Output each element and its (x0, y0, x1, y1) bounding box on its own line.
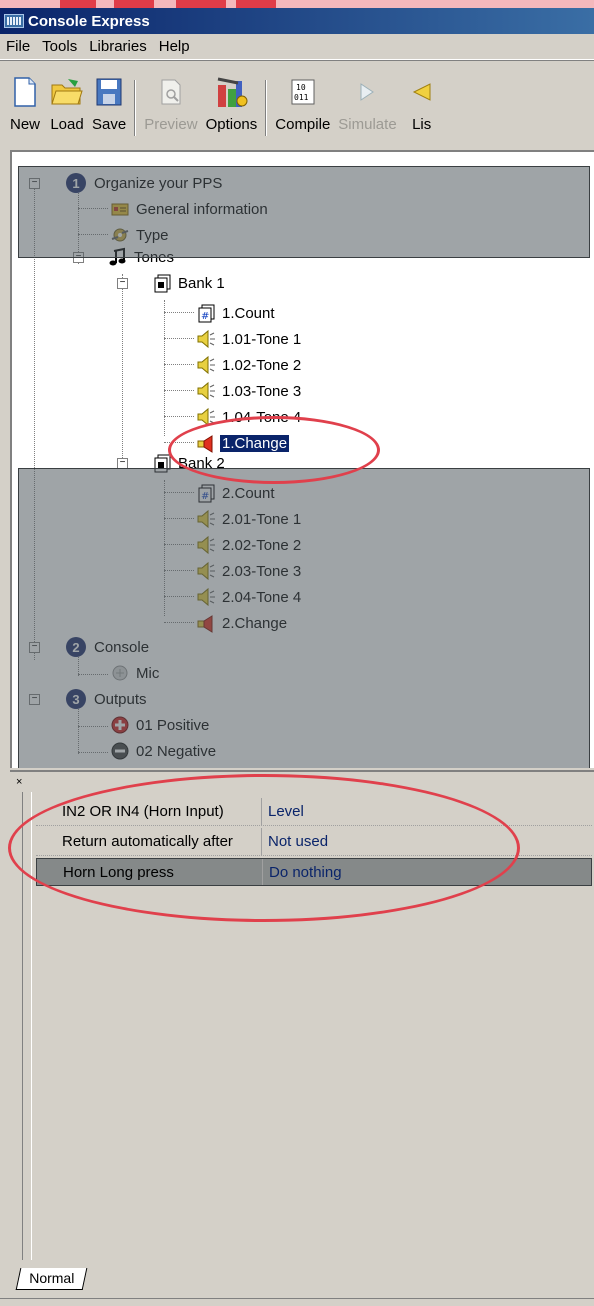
tree-node-tone[interactable]: 1.04-Tone 4 (196, 404, 303, 430)
tree-expander[interactable]: − (117, 278, 128, 289)
tree-node-positive-output[interactable]: 01 Positive (110, 712, 211, 738)
tree-node-console[interactable]: 2 Console (66, 634, 151, 660)
floppy-disk-icon (92, 74, 126, 110)
bank-stack-icon (154, 454, 171, 473)
project-tree[interactable]: − 1 Organize your PPS General informatio… (10, 150, 594, 768)
info-card-icon (111, 203, 129, 216)
microphone-icon (112, 665, 128, 681)
tree-node-bank-1[interactable]: Bank 1 (152, 270, 227, 296)
open-folder-icon (50, 74, 84, 110)
preview-button[interactable]: Preview (140, 74, 201, 138)
speaker-icon (197, 587, 215, 607)
menu-bar: File Tools Libraries Help (0, 34, 594, 60)
plus-circle-icon (111, 716, 129, 734)
step-3-badge: 3 (66, 689, 86, 709)
tree-node-tone[interactable]: 1.01-Tone 1 (196, 326, 303, 352)
tree-expander[interactable]: − (29, 642, 40, 653)
tree-node-tone[interactable]: 2.01-Tone 1 (196, 506, 303, 532)
window-title: Console Express (28, 12, 150, 30)
svg-text:#: # (201, 491, 209, 502)
step-2-badge: 2 (66, 637, 86, 657)
save-button[interactable]: Save (88, 74, 130, 138)
toolbar: New Load Save Preview Options 10 011 Comp… (0, 64, 594, 144)
tree-node-outputs[interactable]: 3 Outputs (66, 686, 149, 712)
tree-expander[interactable]: − (73, 252, 84, 263)
simulate-button[interactable]: Simulate (334, 74, 400, 138)
tree-node-count[interactable]: # 1.Count (196, 300, 277, 326)
new-document-icon (8, 74, 42, 110)
type-gear-icon (111, 228, 129, 242)
options-button[interactable]: Options (202, 74, 262, 138)
music-note-icon (109, 247, 126, 266)
divider (0, 1298, 594, 1299)
tab-bar: Normal (0, 1262, 594, 1306)
tree-expander[interactable]: − (117, 458, 128, 469)
load-button[interactable]: Load (46, 74, 88, 138)
toolbar-separator (265, 80, 268, 136)
tree-node-mic[interactable]: Mic (110, 660, 161, 686)
tree-node-organize[interactable]: 1 Organize your PPS (66, 170, 224, 196)
svg-text:011: 011 (294, 93, 309, 102)
menu-tools[interactable]: Tools (36, 38, 83, 55)
shaded-region (18, 468, 590, 768)
properties-gutter (22, 792, 32, 1260)
speaker-icon (197, 407, 215, 427)
tree-node-tones[interactable]: Tones (108, 244, 176, 270)
speaker-icon (197, 561, 215, 581)
horn-change-icon (197, 615, 213, 633)
speaker-icon (197, 329, 215, 349)
compile-button[interactable]: 10 011 Compile (271, 74, 334, 138)
step-1-badge: 1 (66, 173, 86, 193)
speaker-icon (197, 535, 215, 555)
menu-file[interactable]: File (0, 38, 36, 55)
property-row[interactable]: IN2 OR IN4 (Horn Input) Level (36, 798, 592, 826)
properties-panel: × IN2 OR IN4 (Horn Input) Level Return a… (8, 770, 594, 1260)
binary-compile-icon: 10 011 (286, 74, 320, 110)
toolbar-separator (134, 80, 137, 136)
count-hash-icon: # (198, 304, 215, 323)
tree-node-tone[interactable]: 1.03-Tone 3 (196, 378, 303, 404)
tree-node-tone[interactable]: 2.03-Tone 3 (196, 558, 303, 584)
new-button[interactable]: New (4, 74, 46, 138)
speaker-icon (197, 381, 215, 401)
tree-expander[interactable]: − (29, 694, 40, 705)
svg-text:10: 10 (296, 83, 306, 92)
tree-node-bank-2[interactable]: Bank 2 (152, 450, 227, 476)
list-button[interactable]: Lis (401, 74, 443, 138)
tree-node-tone[interactable]: 2.02-Tone 2 (196, 532, 303, 558)
count-hash-icon: # (198, 484, 215, 503)
tree-node-tone[interactable]: 1.02-Tone 2 (196, 352, 303, 378)
tree-node-negative-output[interactable]: 02 Negative (110, 738, 218, 764)
property-row-selected[interactable]: Horn Long press Do nothing (36, 858, 592, 886)
top-decoration (0, 0, 594, 8)
play-icon (350, 74, 384, 110)
tree-expander[interactable]: − (29, 178, 40, 189)
menu-help[interactable]: Help (153, 38, 196, 55)
svg-text:#: # (201, 311, 209, 322)
app-icon (4, 14, 24, 28)
menu-libraries[interactable]: Libraries (83, 38, 153, 55)
speaker-icon (197, 355, 215, 375)
close-icon[interactable]: × (16, 776, 22, 788)
minus-circle-icon (111, 742, 129, 760)
title-bar[interactable]: Console Express (0, 8, 594, 34)
tab-normal[interactable]: Normal (15, 1268, 88, 1290)
tree-node-tone[interactable]: 2.04-Tone 4 (196, 584, 303, 610)
options-tools-icon (214, 74, 248, 110)
speaker-icon (197, 509, 215, 529)
tree-node-count[interactable]: # 2.Count (196, 480, 277, 506)
bank-stack-icon (154, 274, 171, 293)
list-icon (405, 74, 439, 110)
preview-icon (154, 74, 188, 110)
property-row[interactable]: Return automatically after Not used (36, 828, 592, 856)
tree-node-general-information[interactable]: General information (110, 196, 270, 222)
tree-node-change[interactable]: 2.Change (196, 610, 289, 636)
